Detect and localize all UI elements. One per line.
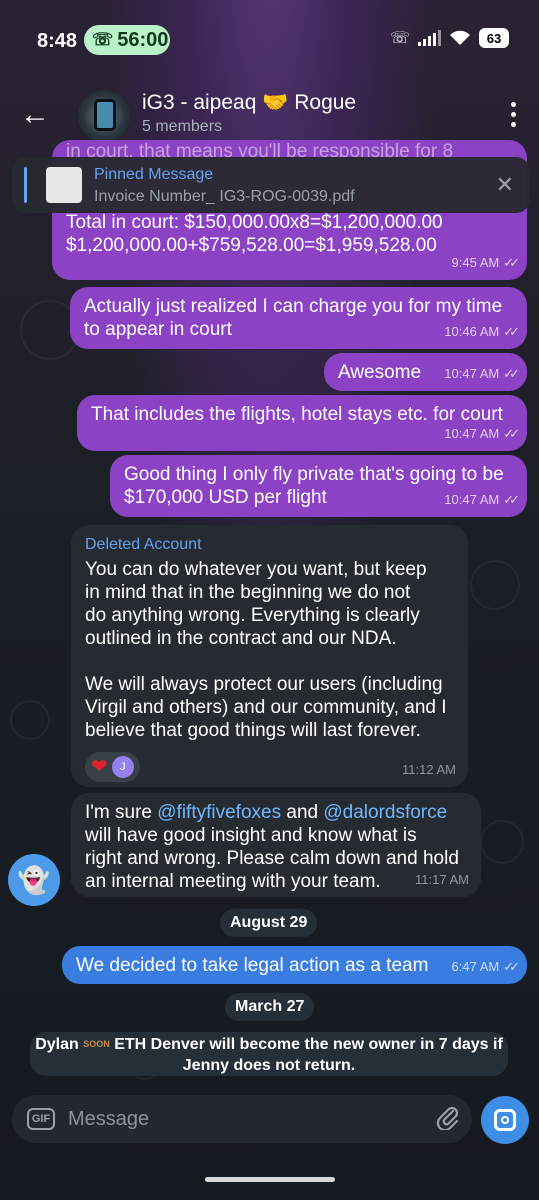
reactions-row: ❤ J [85, 752, 454, 782]
date-separator: August 29 [220, 909, 318, 937]
message-bubble[interactable]: Actually just realized I can charge you … [70, 287, 527, 349]
message-line: Total in court: $150,000.00x8=$1,200,000… [66, 212, 443, 233]
pinned-file-name: Invoice Number_ IG3-ROG-0039.pdf [94, 188, 355, 205]
date-separator: March 27 [225, 993, 315, 1021]
signal-icon [418, 30, 441, 46]
home-indicator[interactable] [205, 1177, 335, 1182]
message-line: We will always protect our users (includ… [85, 674, 443, 695]
message-line: Good thing I only fly private that's goi… [124, 464, 504, 485]
heart-icon: ❤ [91, 755, 108, 778]
call-status-icon: ☏ [389, 30, 410, 47]
close-icon[interactable]: ✕ [496, 172, 514, 198]
service-message: Dylan SOON ETH Denver will become the ne… [30, 1032, 508, 1076]
service-text-line2: Jenny does not return. [182, 1057, 356, 1074]
pinned-indicator [24, 167, 27, 203]
soon-badge: SOON [83, 1039, 110, 1050]
message-line: outlined in the contract and our NDA. [85, 628, 397, 649]
message-line: $1,200,000.00+$759,528.00=$1,959,528.00 [66, 235, 437, 256]
message-line: right and wrong. Please calm down and ho… [85, 848, 459, 869]
phone-icon: ☏ [92, 30, 114, 49]
more-vert-icon[interactable] [511, 102, 517, 132]
group-title[interactable]: iG3 - aipeaq 🤝 Rogue [142, 91, 356, 115]
message-bubble[interactable]: Deleted Account You can do whatever you … [71, 525, 468, 787]
message-author[interactable]: Deleted Account [85, 533, 454, 556]
message-meta: 10:46 AM ✓✓ [444, 324, 520, 339]
reactor-avatar: J [111, 756, 134, 778]
wifi-icon [450, 30, 470, 45]
clock: 8:48 [37, 30, 78, 52]
read-checks-icon: ✓✓ [503, 959, 520, 974]
message-bubble[interactable]: We decided to take legal action as a tea… [62, 946, 527, 984]
member-count: 5 members [142, 118, 223, 135]
message-bubble[interactable]: Good thing I only fly private that's goi… [110, 455, 527, 517]
message-line: believe that good things will last forev… [85, 720, 421, 741]
message-meta: 10:47 AM ✓✓ [444, 426, 520, 441]
message-line: Actually just realized I can charge you … [84, 296, 503, 317]
ongoing-call-pill[interactable]: ☏ 56:00 [84, 25, 170, 55]
battery-icon: 63 [479, 28, 509, 48]
message-meta: 11:12 AM [402, 762, 456, 777]
battery-level: 63 [486, 30, 502, 46]
sender-avatar-ghost-icon[interactable]: 👻 [8, 854, 60, 906]
call-timer: 56:00 [117, 28, 169, 51]
message-line: in mind that in the beginning we do not [85, 582, 411, 603]
message-bubble[interactable]: That includes the flights, hotel stays e… [77, 395, 527, 451]
read-checks-icon: ✓✓ [503, 366, 520, 381]
mention-link[interactable]: @dalordsforce [323, 802, 447, 823]
message-line: will have good insight and know what is [85, 825, 417, 846]
read-checks-icon: ✓✓ [503, 492, 520, 507]
pinned-title: Pinned Message [94, 166, 214, 183]
message-meta: 9:45 AM ✓✓ [451, 255, 520, 270]
pinned-thumbnail [46, 167, 82, 203]
group-avatar[interactable] [78, 90, 130, 142]
service-text: ETH Denver will become the new owner in … [114, 1036, 503, 1053]
attach-icon[interactable] [436, 1104, 460, 1137]
message-text: We decided to take legal action as a tea… [76, 955, 429, 976]
message-line: an internal meeting with your team. [85, 871, 381, 892]
message-line: Virgil and others) and our community, an… [85, 697, 447, 718]
read-checks-icon: ✓✓ [503, 324, 520, 339]
mention-link[interactable]: @fiftyfivefoxes [157, 802, 281, 823]
message-meta: 11:17 AM [415, 872, 469, 887]
message-meta: 10:47 AM ✓✓ [444, 366, 520, 381]
read-checks-icon: ✓✓ [503, 426, 520, 441]
status-bar: 8:48 ☏ 56:00 ☏ 63 [0, 0, 539, 80]
service-from: Dylan [35, 1036, 79, 1053]
message-meta: 10:47 AM ✓✓ [444, 492, 520, 507]
reaction-chip[interactable]: ❤ J [85, 752, 140, 782]
message-line: I'm sure @fiftyfivefoxes and @dalordsfor… [85, 802, 448, 823]
gif-icon[interactable]: GIF [27, 1108, 55, 1130]
message-line: You can do whatever you want, but keep [85, 559, 427, 580]
camera-icon[interactable] [481, 1096, 529, 1144]
message-bubble[interactable]: I'm sure @fiftyfivefoxes and @dalordsfor… [71, 793, 481, 897]
back-arrow-icon[interactable]: ← [20, 98, 50, 132]
message-input[interactable] [68, 1103, 408, 1135]
message-line: do anything wrong. Everything is clearly [85, 605, 420, 626]
message-bubble[interactable]: Awesome 10:47 AM ✓✓ [324, 353, 527, 391]
system-icons: ☏ 63 [390, 28, 509, 48]
message-meta: 6:47 AM ✓✓ [451, 959, 520, 974]
read-checks-icon: ✓✓ [503, 255, 520, 270]
message-composer: GIF [12, 1095, 472, 1143]
pinned-message-bar[interactable]: Pinned Message Invoice Number_ IG3-ROG-0… [12, 157, 530, 213]
